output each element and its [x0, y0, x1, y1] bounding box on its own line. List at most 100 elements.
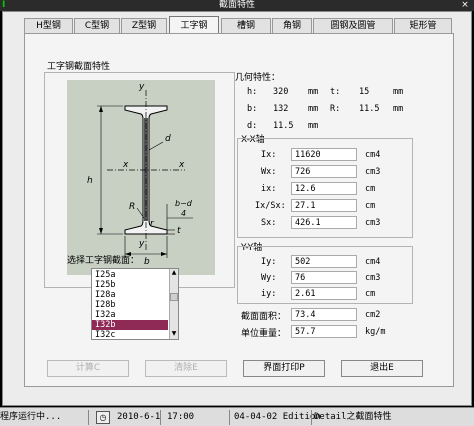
R-label: R: — [330, 104, 341, 114]
list-item[interactable]: I28b — [92, 300, 168, 310]
status-separator — [88, 410, 89, 425]
scrollbar-thumb[interactable] — [170, 293, 178, 301]
exit-button[interactable]: 退出E — [341, 360, 423, 377]
list-item-selected[interactable]: I32b — [92, 320, 168, 330]
diagram-title: 工字钢截面特性 — [47, 62, 111, 72]
scroll-down-icon[interactable]: ▼ — [170, 330, 178, 338]
clock-icon: ◷ — [96, 411, 110, 424]
Sx-field: 426.1 — [291, 216, 357, 229]
diagram-label-bd-numerator: b−d — [175, 199, 192, 208]
iy-label: iy: — [261, 289, 277, 299]
tab-bar: H型钢 C型钢 Z型钢 工字钢 槽钢 角钢 圆钢及圆管 矩形管 — [24, 16, 454, 34]
list-item[interactable]: I32a — [92, 310, 168, 320]
weight-label: 单位重量： — [241, 329, 287, 339]
diagram-label-y-bottom: y — [139, 239, 145, 249]
status-date: 2010-6-1 — [117, 412, 161, 422]
d-value: 11.5 — [273, 121, 294, 131]
h-value: 320 — [273, 87, 289, 97]
d-label: d: — [247, 121, 258, 131]
area-label: 截面面积： — [241, 312, 287, 322]
ix-field: 12.6 — [291, 182, 357, 195]
list-item[interactable]: I28a — [92, 290, 168, 300]
section-select-label: 选择工字钢截面： — [67, 256, 140, 266]
list-item[interactable]: I25a — [92, 270, 168, 280]
status-separator — [311, 410, 312, 425]
b-value: 132 — [273, 104, 289, 114]
tab-angle-steel[interactable]: 角钢 — [272, 18, 312, 33]
b-label: b: — [247, 104, 258, 114]
listbox-scrollbar[interactable]: ▲ ▼ — [169, 269, 178, 339]
Wx-unit: cm3 — [365, 167, 381, 177]
status-module: Detail之截面特性 — [314, 412, 392, 422]
weight-field: 57.7 — [291, 325, 357, 338]
print-button[interactable]: 界面打印P — [243, 360, 325, 377]
diagram-label-R: R — [129, 202, 136, 212]
tab-channel-steel[interactable]: 槽钢 — [221, 18, 271, 33]
Wy-unit: cm3 — [365, 273, 381, 283]
Wy-field: 76 — [291, 271, 357, 284]
status-separator — [229, 410, 230, 425]
diagram-label-y-top: y — [139, 82, 145, 92]
Iy-unit: cm4 — [365, 257, 381, 267]
tab-c-steel[interactable]: C型钢 — [74, 18, 120, 33]
diagram-label-bd-denominator: 4 — [181, 209, 187, 218]
status-message: 程序运行中... — [0, 412, 62, 422]
window-title: 截面特性 — [218, 0, 255, 10]
R-unit: mm — [393, 104, 404, 114]
status-edition: 04-04-02 Edition — [234, 412, 321, 422]
section-listbox[interactable]: I25a I25b I28a I28b I32a I32b I32c ▲ ▼ — [91, 268, 179, 340]
Wx-label: Wx: — [261, 167, 277, 177]
area-field: 73.4 — [291, 308, 357, 321]
IxSx-unit: cm — [365, 201, 376, 211]
title-bar: I 截面特性 × — [0, 0, 474, 11]
list-item[interactable]: I32c — [92, 330, 168, 339]
Sx-unit: cm3 — [365, 218, 381, 228]
Ix-unit: cm4 — [365, 150, 381, 160]
iy-unit: cm — [365, 289, 376, 299]
tab-z-steel[interactable]: Z型钢 — [121, 18, 167, 33]
t-unit: mm — [393, 87, 404, 97]
Ix-field: 11620 — [291, 148, 357, 161]
ix-label: ix: — [261, 184, 277, 194]
h-label: h: — [247, 87, 258, 97]
diagram-label-r: r — [150, 219, 154, 229]
tab-panel-i-beam: 工字钢截面特性 y y x x h d R r t b b−d 4 选择工字钢截… — [24, 33, 454, 387]
IxSx-field: 27.1 — [291, 199, 357, 212]
status-time: 17:00 — [167, 412, 195, 422]
iy-field: 2.61 — [291, 287, 357, 300]
tab-round-pipe[interactable]: 圆钢及圆管 — [313, 18, 393, 33]
ix-unit: cm — [365, 184, 376, 194]
diagram-label-d: d — [165, 134, 171, 144]
tab-h-steel[interactable]: H型钢 — [24, 18, 73, 33]
diagram-label-b: b — [144, 257, 150, 267]
close-icon[interactable]: × — [459, 0, 471, 11]
Ix-label: Ix: — [261, 150, 277, 160]
t-value: 15 — [359, 87, 370, 97]
status-separator — [160, 410, 161, 425]
weight-unit: kg/m — [365, 327, 386, 337]
R-value: 11.5 — [359, 104, 380, 114]
calculate-button[interactable]: 计算C — [47, 360, 129, 377]
diagram-label-t: t — [177, 226, 181, 236]
Sx-label: Sx: — [261, 218, 277, 228]
IxSx-label: Ix/Sx: — [255, 201, 286, 211]
tab-rect-tube[interactable]: 矩形管 — [394, 18, 452, 33]
diagram-label-x-left: x — [123, 160, 129, 170]
list-item[interactable]: I25b — [92, 280, 168, 290]
h-unit: mm — [308, 87, 319, 97]
scroll-up-icon[interactable]: ▲ — [170, 269, 178, 277]
area-unit: cm2 — [365, 310, 381, 320]
diagram-label-x-right: x — [179, 160, 185, 170]
Wy-label: Wy: — [261, 273, 277, 283]
d-unit: mm — [308, 121, 319, 131]
diagram-label-h: h — [87, 176, 93, 186]
Iy-field: 502 — [291, 255, 357, 268]
tab-i-beam[interactable]: 工字钢 — [169, 16, 219, 34]
t-label: t: — [330, 87, 341, 97]
Iy-label: Iy: — [261, 257, 277, 267]
b-unit: mm — [308, 104, 319, 114]
geometry-title: 几何特性： — [235, 73, 281, 83]
status-bar: 程序运行中... ◷ 2010-6-1 17:00 04-04-02 Editi… — [0, 407, 474, 426]
clear-button[interactable]: 清除E — [145, 360, 227, 377]
app-logo-icon: I — [2, 0, 6, 10]
